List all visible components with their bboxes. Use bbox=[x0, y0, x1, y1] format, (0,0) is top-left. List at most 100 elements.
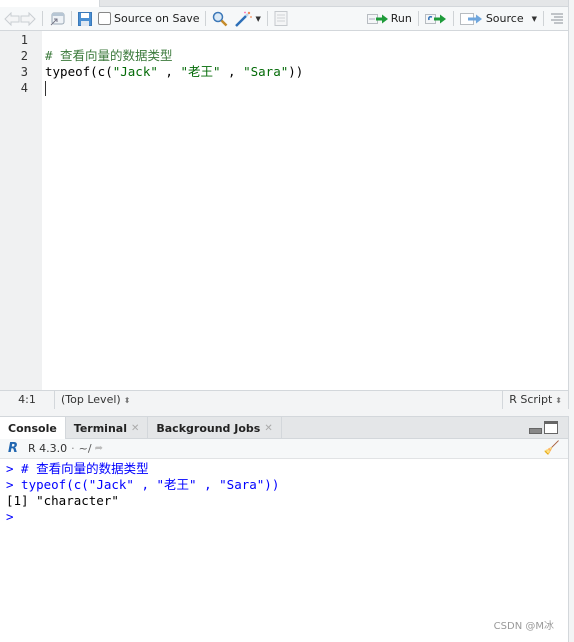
code-string: "Jack" bbox=[112, 64, 158, 79]
forward-button[interactable] bbox=[20, 9, 36, 29]
source-on-save-checkbox[interactable]: Source on Save bbox=[98, 9, 199, 29]
outline-icon bbox=[551, 13, 563, 23]
notebook-icon bbox=[274, 11, 288, 26]
popout-icon bbox=[50, 12, 65, 25]
editor-tab-strip bbox=[0, 0, 568, 7]
code-token: , bbox=[157, 64, 181, 79]
scope-selector[interactable]: (Top Level) ⬍ bbox=[55, 391, 502, 410]
run-label: Run bbox=[390, 12, 412, 25]
toolbar-divider bbox=[266, 11, 268, 26]
cursor-position: 4:1 bbox=[0, 391, 55, 409]
code-editor[interactable]: 1 2 3 4 # 查看向量的数据类型 typeof(c("Jack" , "老王" ,… bbox=[0, 31, 568, 390]
console-pane: Console Terminal ✕ Background Jobs ✕ R R 4.3… bbox=[0, 416, 569, 642]
chevron-down-icon: ▼ bbox=[255, 14, 261, 23]
rerun-icon bbox=[424, 13, 446, 24]
editor-toolbar: Source on Save ▼ Run Source ▼ bbox=[0, 7, 568, 31]
console-output-text: [1] "character" bbox=[6, 493, 119, 508]
source-button[interactable]: Source bbox=[459, 9, 524, 29]
tab-terminal[interactable]: Terminal ✕ bbox=[66, 417, 149, 439]
line-number: 3 bbox=[20, 65, 28, 79]
line-number: 1 bbox=[20, 33, 28, 47]
scope-label: (Top Level) bbox=[61, 392, 121, 406]
code-token: , bbox=[220, 64, 244, 79]
tab-label: Background Jobs bbox=[156, 421, 261, 435]
file-type-selector[interactable]: R Script ⬍ bbox=[502, 391, 568, 409]
code-comment: # 查看向量的数据类型 bbox=[45, 48, 173, 63]
editor-file-tab[interactable] bbox=[0, 0, 100, 7]
maximize-pane-icon[interactable] bbox=[544, 421, 558, 434]
pane-controls bbox=[529, 421, 558, 434]
text-cursor bbox=[45, 81, 46, 96]
code-text-area[interactable]: # 查看向量的数据类型 typeof(c("Jack" , "老王" , "Sar… bbox=[42, 31, 568, 390]
document-outline-button[interactable] bbox=[550, 9, 564, 29]
line-number-gutter: 1 2 3 4 bbox=[0, 31, 42, 390]
console-toolbar: R R 4.3.0 · ~/ ➦ 🧹 bbox=[0, 439, 568, 459]
code-line bbox=[45, 80, 568, 96]
clear-console-broom-icon[interactable]: 🧹 bbox=[544, 441, 560, 456]
run-arrow-icon bbox=[366, 13, 388, 24]
close-tab-icon[interactable]: ✕ bbox=[264, 423, 272, 434]
rerun-button[interactable] bbox=[424, 9, 447, 29]
code-line: typeof(c("Jack" , "老王" , "Sara")) bbox=[45, 64, 568, 80]
checkbox-box[interactable] bbox=[98, 12, 111, 25]
tab-background-jobs[interactable]: Background Jobs ✕ bbox=[148, 417, 282, 439]
console-prompt: > bbox=[6, 461, 14, 476]
toolbar-divider bbox=[543, 11, 544, 26]
back-button[interactable] bbox=[4, 9, 20, 29]
tab-console[interactable]: Console bbox=[0, 417, 66, 440]
toolbar-divider bbox=[71, 11, 72, 26]
r-version: R 4.3.0 bbox=[28, 442, 68, 455]
source-options-chevron-icon[interactable]: ▼ bbox=[532, 15, 537, 23]
console-input-text: # 查看向量的数据类型 bbox=[13, 461, 149, 476]
save-button[interactable] bbox=[78, 9, 92, 29]
working-directory[interactable]: ~/ bbox=[79, 442, 92, 455]
console-prompt: > bbox=[6, 477, 14, 492]
updown-arrows-icon: ⬍ bbox=[123, 395, 131, 405]
magic-wand-icon bbox=[235, 11, 253, 27]
toolbar-divider bbox=[452, 11, 454, 26]
console-line: > typeof(c("Jack" , "老王" , "Sara")) bbox=[6, 477, 568, 493]
line-number: 2 bbox=[20, 49, 28, 63]
code-tools-button[interactable]: ▼ bbox=[234, 9, 261, 29]
arrow-right-icon bbox=[20, 11, 36, 26]
file-type-label: R Script bbox=[509, 393, 553, 406]
separator: · bbox=[71, 442, 75, 455]
close-tab-icon[interactable]: ✕ bbox=[131, 423, 139, 434]
console-tab-bar: Console Terminal ✕ Background Jobs ✕ bbox=[0, 417, 568, 440]
watermark: CSDN @M冰 bbox=[493, 621, 554, 632]
source-label: Source bbox=[485, 12, 524, 25]
code-string: "老王" bbox=[180, 64, 221, 79]
source-editor-pane: Source on Save ▼ Run Source ▼ 1 2 3 4 # … bbox=[0, 0, 569, 409]
console-line: [1] "character" bbox=[6, 493, 568, 509]
arrow-left-icon bbox=[4, 11, 20, 26]
toolbar-divider bbox=[42, 11, 43, 26]
r-logo-icon: R bbox=[8, 441, 19, 456]
console-input-text: typeof(c("Jack" , "老王" , "Sara")) bbox=[13, 477, 280, 492]
goto-directory-icon[interactable]: ➦ bbox=[95, 443, 103, 454]
save-icon bbox=[78, 11, 92, 26]
tab-label: Terminal bbox=[73, 421, 127, 435]
compile-report-button[interactable] bbox=[274, 9, 288, 29]
line-number: 4 bbox=[20, 81, 28, 95]
code-token: typeof(c( bbox=[45, 64, 113, 79]
find-replace-button[interactable] bbox=[212, 9, 228, 29]
run-button[interactable]: Run bbox=[366, 9, 412, 29]
show-in-new-window-button[interactable] bbox=[49, 9, 65, 29]
console-output[interactable]: > # 查看向量的数据类型 > typeof(c("Jack" , "老王" , … bbox=[0, 459, 568, 525]
toolbar-divider bbox=[417, 11, 419, 26]
source-arrow-icon bbox=[459, 12, 482, 25]
console-line: > # 查看向量的数据类型 bbox=[6, 461, 568, 477]
rstudio-window: Source on Save ▼ Run Source ▼ 1 2 3 4 # … bbox=[0, 0, 574, 642]
tab-label: Console bbox=[8, 422, 57, 435]
toolbar-divider bbox=[205, 11, 207, 26]
code-token: )) bbox=[288, 64, 304, 79]
updown-arrows-icon: ⬍ bbox=[555, 396, 562, 405]
source-on-save-label: Source on Save bbox=[114, 12, 200, 25]
editor-status-bar: 4:1 (Top Level) ⬍ R Script ⬍ bbox=[0, 390, 568, 409]
code-line: # 查看向量的数据类型 bbox=[45, 48, 568, 64]
minimize-pane-icon[interactable] bbox=[529, 428, 542, 434]
search-icon bbox=[213, 11, 228, 26]
console-prompt: > bbox=[6, 509, 14, 524]
console-line: > bbox=[6, 509, 568, 525]
